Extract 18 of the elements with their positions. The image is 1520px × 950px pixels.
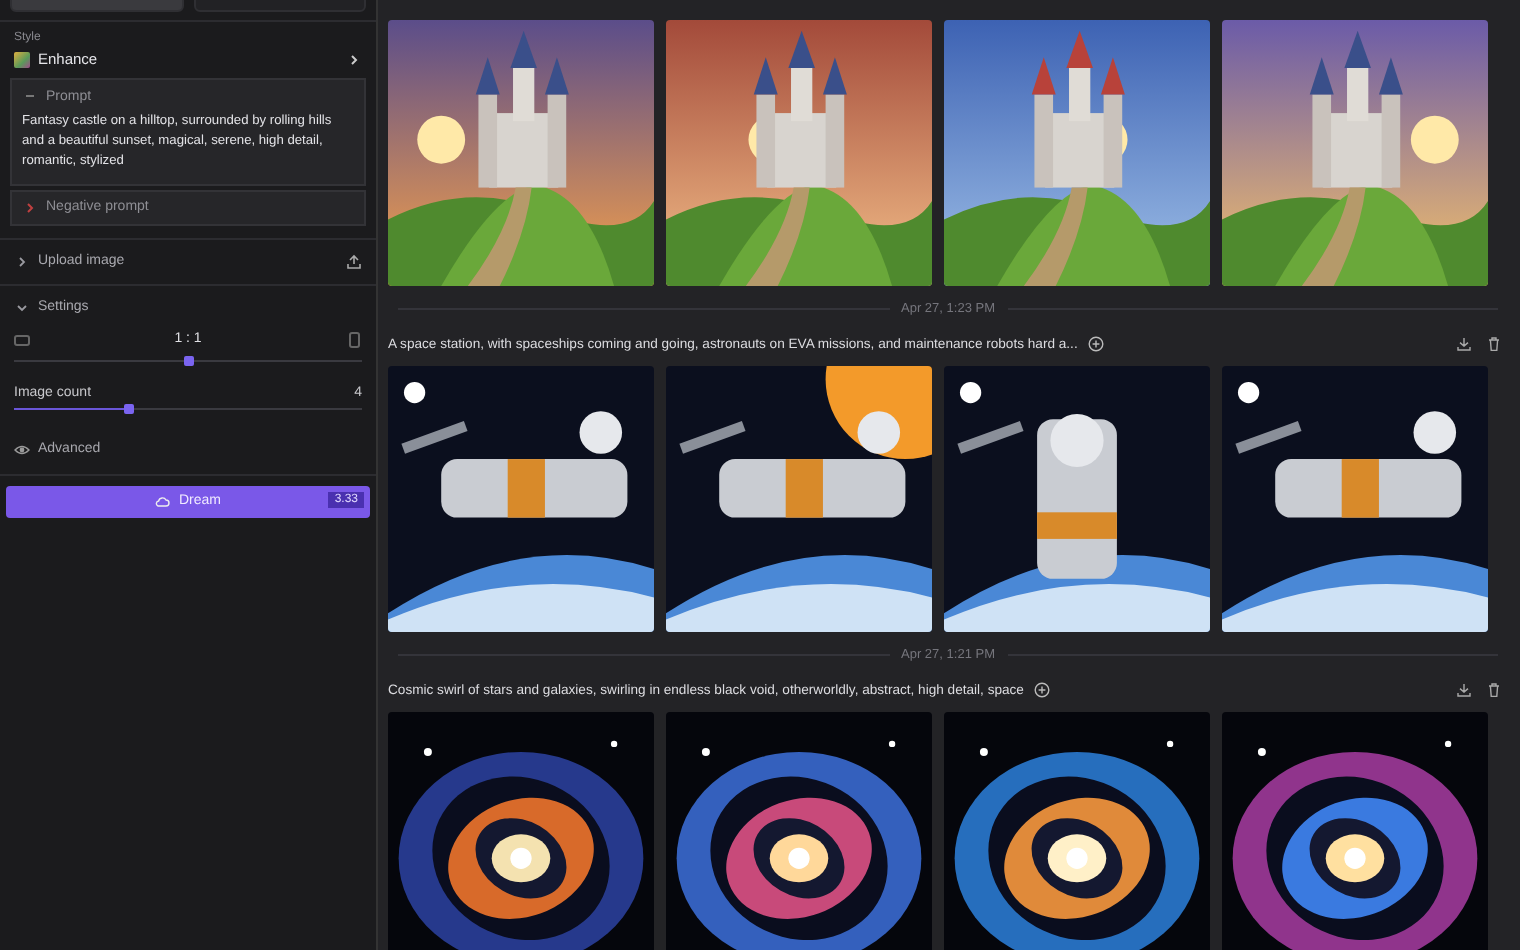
- style-thumbnail-icon: [14, 51, 30, 67]
- trash-icon[interactable]: [1486, 336, 1502, 352]
- chevron-icon: [22, 199, 38, 216]
- chevron-icon[interactable]: [14, 253, 30, 270]
- landscape-ratio-icon[interactable]: [14, 331, 30, 348]
- upload-icon[interactable]: [346, 253, 362, 270]
- slider-thumb[interactable]: [183, 355, 193, 366]
- cloud-icon: [154, 493, 171, 510]
- download-icon[interactable]: [1456, 682, 1472, 698]
- download-icon[interactable]: [1456, 336, 1472, 352]
- slider-thumb[interactable]: [123, 403, 134, 414]
- chevron-icon[interactable]: [14, 299, 30, 316]
- plus-circle-icon[interactable]: [1087, 336, 1104, 352]
- eye-icon: [14, 441, 30, 458]
- portrait-ratio-icon[interactable]: [346, 331, 362, 348]
- chevron-icon[interactable]: [346, 51, 362, 67]
- trash-icon[interactable]: [1486, 682, 1502, 698]
- plus-circle-icon[interactable]: [1033, 682, 1050, 698]
